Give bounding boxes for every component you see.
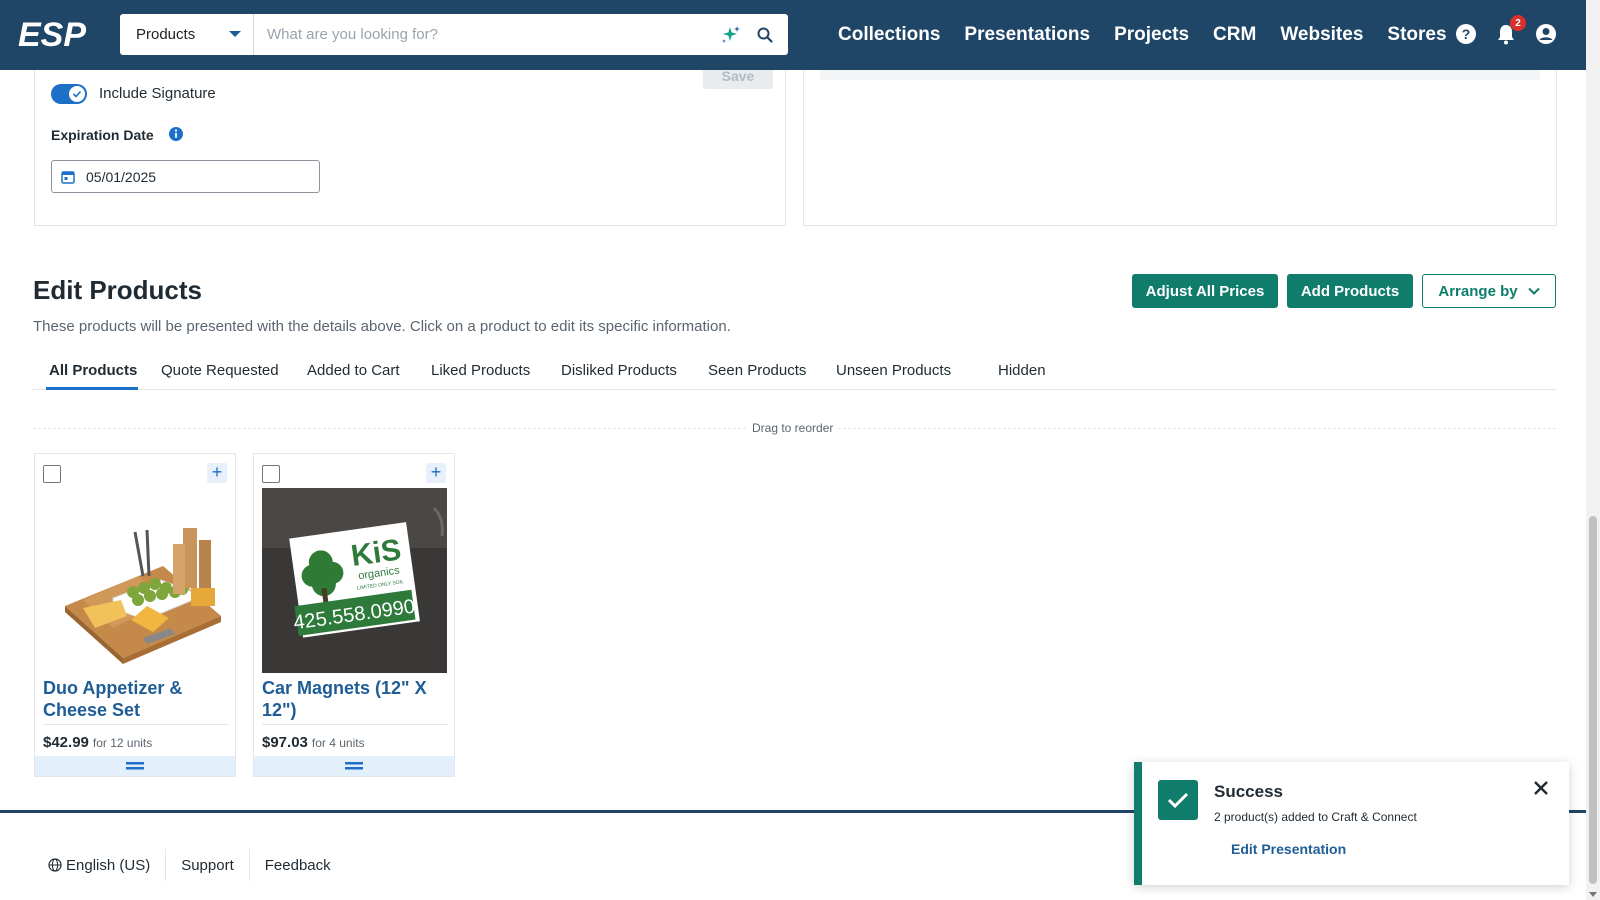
nav-collections[interactable]: Collections bbox=[838, 24, 940, 46]
arrange-by-button[interactable]: Arrange by bbox=[1422, 274, 1556, 308]
close-icon[interactable] bbox=[1533, 780, 1549, 796]
include-signature-label: Include Signature bbox=[99, 85, 216, 102]
tab-liked-products[interactable]: Liked Products bbox=[431, 362, 530, 379]
active-tab-indicator bbox=[46, 387, 138, 390]
product-card[interactable]: + Duo Appetizer & Cheese Set $42.99 for 1… bbox=[34, 453, 236, 777]
product-price: $97.03 bbox=[262, 734, 308, 751]
card-divider bbox=[262, 724, 448, 725]
language-label: English (US) bbox=[66, 856, 151, 874]
svg-text:?: ? bbox=[1462, 26, 1471, 42]
page-footer: English (US) Support Feedback bbox=[48, 849, 346, 881]
calendar-icon bbox=[61, 170, 75, 184]
feedback-link[interactable]: Feedback bbox=[250, 857, 346, 874]
product-units: for 12 units bbox=[92, 736, 153, 750]
tab-seen-products[interactable]: Seen Products bbox=[708, 362, 806, 379]
product-image-cheese-set[interactable] bbox=[43, 488, 228, 673]
product-name[interactable]: Duo Appetizer & Cheese Set bbox=[43, 677, 229, 721]
product-units: for 4 units bbox=[311, 736, 365, 750]
caret-down-icon bbox=[229, 31, 241, 37]
global-search-bar: Products bbox=[120, 14, 788, 55]
esp-logo[interactable]: ESP bbox=[18, 16, 102, 52]
arrange-by-label: Arrange by bbox=[1438, 282, 1518, 300]
expiration-date-value: 05/01/2025 bbox=[86, 168, 157, 185]
adjust-all-prices-button[interactable]: Adjust All Prices bbox=[1132, 274, 1278, 308]
search-category-value: Products bbox=[136, 26, 196, 43]
product-name[interactable]: Car Magnets (12" X 12") bbox=[262, 677, 448, 721]
page-scrollbar[interactable] bbox=[1586, 0, 1600, 900]
svg-text:ESP: ESP bbox=[18, 16, 86, 52]
chevron-down-icon bbox=[1527, 287, 1540, 295]
scroll-down-arrow-icon[interactable] bbox=[1589, 892, 1597, 897]
product-select-checkbox[interactable] bbox=[262, 465, 280, 483]
add-plus-icon[interactable]: + bbox=[207, 463, 227, 483]
product-card[interactable]: + KiS organics LIMITED ONLY SOIL 425.558… bbox=[253, 453, 455, 777]
toast-title: Success bbox=[1214, 782, 1283, 801]
expiration-date-field[interactable]: 05/01/2025 bbox=[51, 160, 320, 193]
product-price-line: $42.99 for 12 units bbox=[43, 734, 152, 751]
toast-message: 2 product(s) added to Craft & Connect bbox=[1214, 810, 1417, 824]
product-price-line: $97.03 for 4 units bbox=[262, 734, 365, 751]
tab-unseen-products[interactable]: Unseen Products bbox=[836, 362, 951, 379]
product-image-car-magnet[interactable]: KiS organics LIMITED ONLY SOIL 425.558.0… bbox=[262, 488, 447, 673]
help-icon[interactable]: ? bbox=[1454, 22, 1478, 46]
main-nav-links: Collections Presentations Projects CRM W… bbox=[838, 0, 1471, 70]
product-select-checkbox[interactable] bbox=[43, 465, 61, 483]
info-icon[interactable] bbox=[168, 126, 184, 142]
edit-products-title: Edit Products bbox=[33, 275, 203, 305]
nav-stores[interactable]: Stores bbox=[1387, 24, 1446, 46]
ai-sparkle-icon[interactable] bbox=[716, 20, 746, 50]
globe-icon bbox=[48, 858, 62, 872]
tab-hidden[interactable]: Hidden bbox=[998, 362, 1046, 379]
nav-websites[interactable]: Websites bbox=[1280, 24, 1363, 46]
tab-quote-requested[interactable]: Quote Requested bbox=[161, 362, 279, 379]
success-toast: Success 2 product(s) added to Craft & Co… bbox=[1134, 762, 1569, 885]
search-icon[interactable] bbox=[750, 20, 780, 50]
language-selector[interactable]: English (US) bbox=[48, 857, 165, 874]
expiration-date-label: Expiration Date bbox=[51, 127, 154, 143]
scrollbar-thumb[interactable] bbox=[1589, 516, 1597, 884]
add-products-button[interactable]: Add Products bbox=[1287, 274, 1413, 308]
user-account-icon[interactable] bbox=[1534, 22, 1558, 46]
drag-handle-icon[interactable] bbox=[254, 756, 454, 776]
notifications-bell-icon[interactable]: 2 bbox=[1494, 15, 1526, 46]
product-price: $42.99 bbox=[43, 734, 89, 751]
tab-all-products[interactable]: All Products bbox=[49, 362, 137, 379]
edit-products-description: These products will be presented with th… bbox=[33, 318, 731, 335]
checkmark-icon bbox=[1158, 780, 1198, 820]
drag-handle-icon[interactable] bbox=[35, 756, 235, 776]
nav-presentations[interactable]: Presentations bbox=[964, 24, 1090, 46]
include-signature-toggle[interactable] bbox=[51, 84, 87, 104]
tab-disliked-products[interactable]: Disliked Products bbox=[561, 362, 677, 379]
card-divider bbox=[43, 724, 229, 725]
top-navigation-bar: ESP Products Collections Presentations P… bbox=[0, 0, 1586, 70]
nav-projects[interactable]: Projects bbox=[1114, 24, 1189, 46]
notification-badge: 2 bbox=[1510, 15, 1526, 31]
nav-crm[interactable]: CRM bbox=[1213, 24, 1256, 46]
search-category-select[interactable]: Products bbox=[120, 14, 254, 55]
edit-presentation-link[interactable]: Edit Presentation bbox=[1231, 841, 1346, 857]
toggle-check-icon bbox=[69, 86, 85, 102]
drag-to-reorder-label: Drag to reorder bbox=[748, 421, 838, 435]
search-input[interactable] bbox=[254, 14, 716, 55]
product-filter-tabs: All Products Quote Requested Added to Ca… bbox=[33, 356, 1556, 390]
add-plus-icon[interactable]: + bbox=[426, 463, 446, 483]
nav-icon-group: ? 2 bbox=[1454, 15, 1574, 46]
tab-added-to-cart[interactable]: Added to Cart bbox=[307, 362, 400, 379]
support-link[interactable]: Support bbox=[166, 857, 249, 874]
